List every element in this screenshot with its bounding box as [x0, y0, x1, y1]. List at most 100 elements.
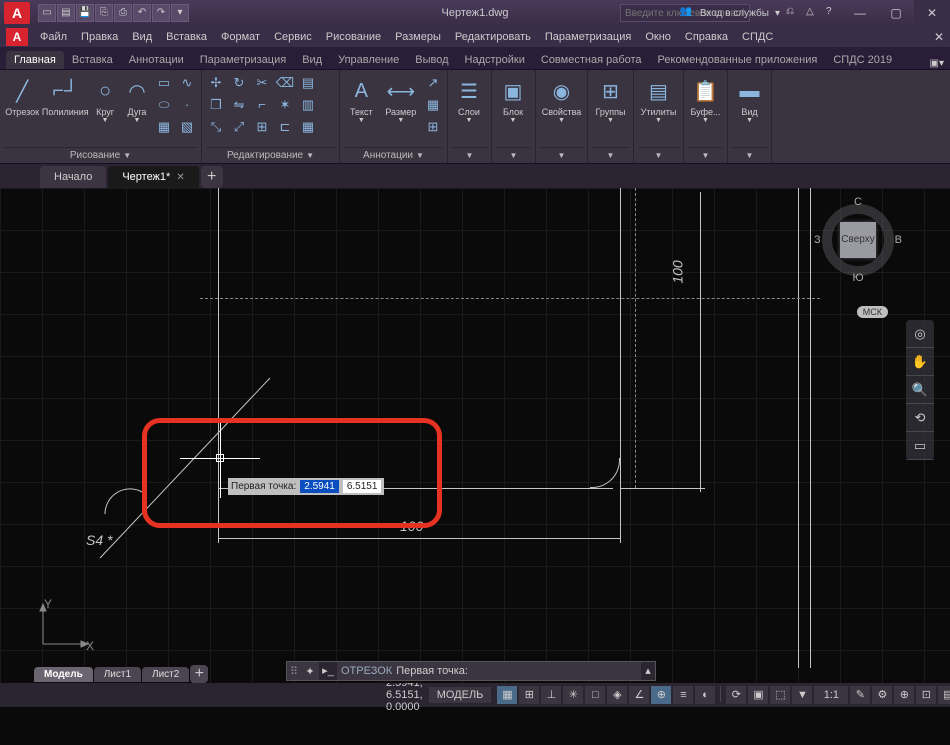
properties-button[interactable]: ◉Свойства▼ — [540, 73, 583, 133]
qat-save-icon[interactable]: 💾 — [76, 4, 94, 22]
scale-ratio[interactable]: 1:1 — [814, 686, 848, 704]
ribbon-tab-home[interactable]: Главная — [6, 51, 64, 69]
modify-1-button[interactable]: ▤ — [298, 73, 318, 93]
qat-undo-icon[interactable]: ↶ — [133, 4, 151, 22]
selection-filter-toggle[interactable]: ▼ — [792, 686, 812, 704]
explode-button[interactable]: ✶ — [275, 95, 295, 115]
qat-plot-icon[interactable]: ⎙ — [114, 4, 132, 22]
transparency-toggle[interactable]: ◐ — [695, 686, 715, 704]
exchange-icon[interactable]: ⎌ — [786, 6, 800, 20]
ribbon-tab-insert[interactable]: Вставка — [64, 51, 121, 69]
circle-button[interactable]: ○ Круг ▼ — [90, 73, 120, 133]
view-cube-face[interactable]: Сверху — [840, 222, 876, 258]
dimension-button[interactable]: ⟷ Размер ▼ — [382, 73, 420, 133]
region-button[interactable]: ▧ — [177, 117, 197, 137]
scale-button[interactable]: ⤢ — [229, 117, 249, 137]
modify-3-button[interactable]: ▦ — [298, 117, 318, 137]
fillet-button[interactable]: ⌐ — [252, 95, 272, 115]
view-button[interactable]: ▬Вид▼ — [732, 73, 767, 133]
panel-modify-label[interactable]: Редактирование▼ — [206, 147, 335, 163]
menu-edit[interactable]: Правка — [75, 29, 124, 45]
leader-button[interactable]: ↗ — [423, 73, 443, 93]
command-line[interactable]: ⠿ ✦ ▸_ ОТРЕЗОК Первая точка: ▴ — [286, 661, 656, 681]
workspace-switch[interactable]: ⚙ — [872, 686, 892, 704]
ribbon-tab-output[interactable]: Вывод — [407, 51, 456, 69]
a360-icon[interactable]: △ — [806, 6, 820, 20]
compass-s[interactable]: Ю — [852, 272, 863, 284]
offset-button[interactable]: ⊏ — [275, 117, 295, 137]
cmd-grip-icon[interactable]: ⠿ — [287, 665, 301, 678]
ribbon-collapse-button[interactable]: ▣▾ — [930, 58, 944, 69]
maximize-button[interactable]: ▢ — [878, 0, 914, 26]
app-menu-button[interactable]: A — [6, 28, 28, 46]
copy-button[interactable]: ❐ — [206, 95, 226, 115]
array-button[interactable]: ⊞ — [252, 117, 272, 137]
doc-tab-start[interactable]: Начало — [40, 166, 106, 188]
selcycle-toggle[interactable]: ⟳ — [726, 686, 746, 704]
minimize-button[interactable]: — — [842, 0, 878, 26]
doc-tab-close-icon[interactable]: ✕ — [176, 172, 184, 183]
lineweight-toggle[interactable]: ≡ — [673, 686, 693, 704]
grid-toggle[interactable]: ▦ — [497, 686, 517, 704]
signin-link[interactable]: Вход в службы — [700, 8, 769, 19]
menu-tools[interactable]: Сервис — [268, 29, 318, 45]
dynamic-ucs-toggle[interactable]: ⬚ — [770, 686, 790, 704]
layout-tab-1[interactable]: Лист1 — [94, 667, 141, 682]
clipboard-button[interactable]: 📋Буфе...▼ — [688, 73, 723, 133]
cmd-settings-icon[interactable]: ✦ — [301, 665, 319, 678]
status-mode[interactable]: МОДЕЛЬ — [429, 687, 492, 703]
ribbon-tab-parametric[interactable]: Параметризация — [192, 51, 294, 69]
ribbon-tab-manage[interactable]: Управление — [330, 51, 407, 69]
mirror-button[interactable]: ⇋ — [229, 95, 249, 115]
drawing-canvas[interactable]: 100 100 S4 * Первая точка: 2.5941 6.5151… — [0, 188, 950, 683]
erase-button[interactable]: ⌫ — [275, 73, 295, 93]
utilities-button[interactable]: ▤Утилиты▼ — [638, 73, 679, 133]
qat-saveas-icon[interactable]: ⎘ — [95, 4, 113, 22]
qat-redo-icon[interactable]: ↷ — [152, 4, 170, 22]
doc-tab-add-button[interactable]: + — [201, 166, 223, 188]
signin-dropdown-icon[interactable]: ▾ — [775, 8, 780, 19]
move-button[interactable]: ✢ — [206, 73, 226, 93]
block-button[interactable]: ▣Блок▼ — [496, 73, 530, 133]
app-logo-icon[interactable]: A — [4, 2, 30, 24]
compass-e[interactable]: В — [895, 234, 902, 246]
ribbon-tab-annotate[interactable]: Аннотации — [121, 51, 192, 69]
cmd-history-dropdown[interactable]: ▴ — [641, 662, 655, 680]
qat-more-icon[interactable]: ▾ — [171, 4, 189, 22]
ribbon-tab-addins[interactable]: Надстройки — [457, 51, 533, 69]
ellipse-button[interactable]: ⬭ — [154, 95, 174, 115]
nav-pan-button[interactable]: ✋ — [906, 348, 934, 376]
polyline-button[interactable]: ⌐┘ Полилиния — [43, 73, 87, 133]
modify-2-button[interactable]: ▥ — [298, 95, 318, 115]
otrack-toggle[interactable]: ∠ — [629, 686, 649, 704]
nav-orbit-button[interactable]: ⟲ — [906, 404, 934, 432]
annomonitor-toggle[interactable]: ⊕ — [894, 686, 914, 704]
nav-wheel-button[interactable]: ◎ — [906, 320, 934, 348]
menu-parametric[interactable]: Параметризация — [539, 29, 637, 45]
text-button[interactable]: A Текст ▼ — [344, 73, 379, 133]
stretch-button[interactable]: ⤡ — [206, 117, 226, 137]
table-button[interactable]: ▦ — [423, 95, 443, 115]
osnap3d-toggle[interactable]: ◈ — [607, 686, 627, 704]
qat-open-icon[interactable]: ▤ — [57, 4, 75, 22]
nav-zoom-button[interactable]: 🔍 — [906, 376, 934, 404]
menu-draw[interactable]: Рисование — [320, 29, 387, 45]
ribbon-tab-collaborate[interactable]: Совместная работа — [533, 51, 650, 69]
rotate-button[interactable]: ↻ — [229, 73, 249, 93]
dyninput-toggle[interactable]: ⊕ — [651, 686, 671, 704]
snap-toggle[interactable]: ⊞ — [519, 686, 539, 704]
ribbon-tab-spds[interactable]: СПДС 2019 — [825, 51, 900, 69]
layers-button[interactable]: ☰Слои▼ — [452, 73, 486, 133]
quickprops-toggle[interactable]: ▤ — [938, 686, 950, 704]
layout-tab-add-button[interactable]: + — [190, 665, 208, 683]
layout-tab-model[interactable]: Модель — [34, 667, 93, 682]
qat-new-icon[interactable]: ▭ — [38, 4, 56, 22]
annotation-scale-toggle[interactable]: ✎ — [850, 686, 870, 704]
menu-spds[interactable]: СПДС — [736, 29, 779, 45]
doc-close-button[interactable]: ✕ — [934, 30, 944, 44]
3dosnap-toggle[interactable]: ▣ — [748, 686, 768, 704]
menu-file[interactable]: Файл — [34, 29, 73, 45]
polar-toggle[interactable]: ✳ — [563, 686, 583, 704]
groups-button[interactable]: ⊞Группы▼ — [592, 73, 629, 133]
hatch-button[interactable]: ▦ — [154, 117, 174, 137]
